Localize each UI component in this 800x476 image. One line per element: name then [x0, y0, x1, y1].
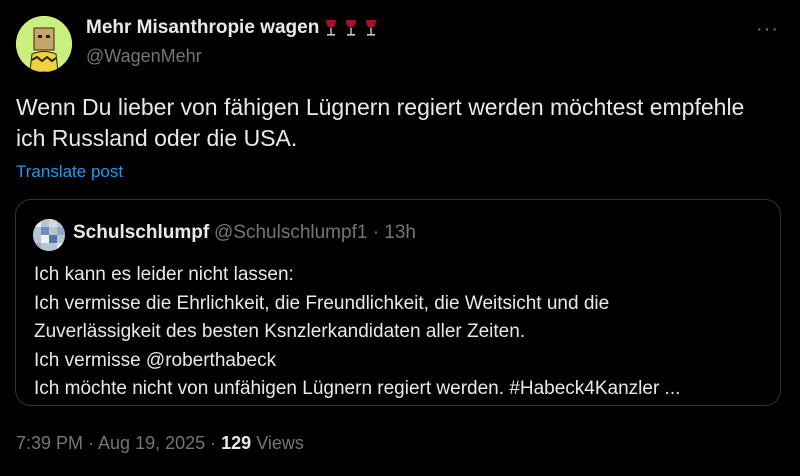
wine-glass-icon	[323, 18, 339, 38]
quoted-text-line: Ich kann es leider nicht lassen:	[34, 264, 294, 285]
post-text-line: ich Russland oder die USA.	[16, 125, 298, 151]
views-label: Views	[251, 433, 304, 453]
translate-post-link[interactable]: Translate post	[16, 162, 123, 182]
quoted-text-line: Ich möchte nicht von unfähigen Lügnern r…	[34, 378, 681, 399]
wine-glass-icon	[363, 18, 379, 38]
views-count: 129	[221, 433, 252, 453]
post-timestamp[interactable]: 7:39 PM · Aug 19, 2025 ·	[16, 433, 221, 453]
pixelated-avatar-icon	[33, 219, 65, 251]
post-text: Wenn Du lieber von fähigen Lügnern regie…	[16, 92, 786, 154]
wine-glass-icon	[343, 18, 359, 38]
quoted-author-name[interactable]: Schulschlumpf	[73, 222, 209, 244]
author-name[interactable]: Mehr Misanthropie wagen	[86, 17, 319, 39]
quoted-post-text: Ich kann es leider nicht lassen: Ich ver…	[34, 261, 774, 404]
more-options-icon[interactable]: ···	[756, 18, 779, 41]
author-name-row[interactable]: Mehr Misanthropie wagen	[86, 17, 379, 39]
quoted-author-avatar[interactable]	[33, 219, 65, 251]
post-meta: 7:39 PM · Aug 19, 2025 · 129 Views	[16, 433, 304, 454]
post-text-line: Wenn Du lieber von fähigen Lügnern regie…	[16, 94, 745, 120]
quoted-author-handle-time[interactable]: @Schulschlumpf1 · 13h	[214, 222, 416, 244]
author-avatar[interactable]	[16, 16, 72, 72]
author-handle[interactable]: @WagenMehr	[86, 46, 202, 67]
charlie-brown-bag-avatar-icon	[16, 16, 72, 72]
quoted-text-line: Ich vermisse die Ehrlichkeit, die Freund…	[34, 292, 610, 314]
quoted-text-line: Ich vermisse @roberthabeck	[34, 349, 277, 371]
quoted-text-line: Zuverlässigkeit des besten Ksnzlerkandid…	[34, 321, 526, 342]
